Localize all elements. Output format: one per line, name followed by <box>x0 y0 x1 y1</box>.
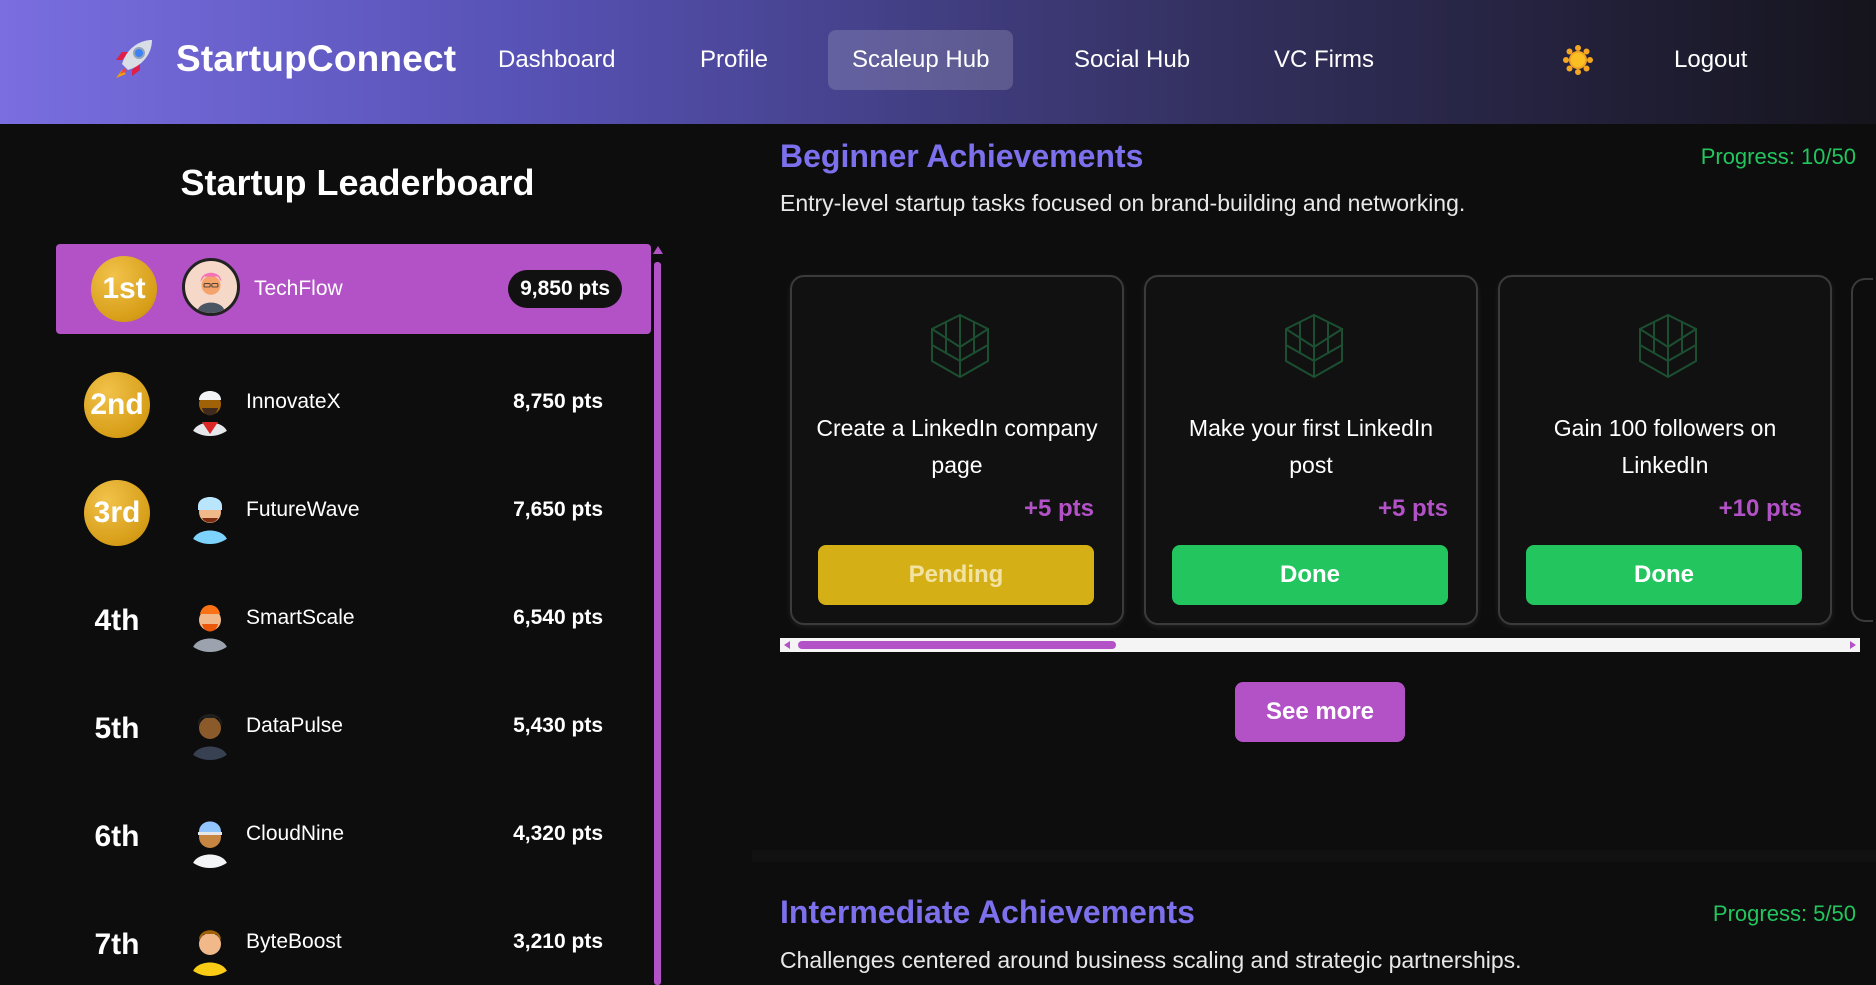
scroll-right-arrow-icon[interactable] <box>1850 641 1856 649</box>
scrollbar-thumb[interactable] <box>798 641 1116 649</box>
points-value: 8,750 pts <box>513 390 603 413</box>
intermediate-description: Challenges centered around business scal… <box>780 947 1522 973</box>
team-name: FutureWave <box>246 498 360 521</box>
nav-dashboard[interactable]: Dashboard <box>474 30 639 90</box>
avatar <box>192 605 228 652</box>
avatar <box>182 258 240 316</box>
scrollbar-thumb[interactable] <box>654 262 661 985</box>
avatar <box>192 497 228 544</box>
avatar <box>192 391 228 436</box>
avatar <box>192 821 228 868</box>
reward-points: +10 pts <box>1718 495 1802 522</box>
beginner-description: Entry-level startup tasks focused on bra… <box>780 190 1466 216</box>
achievement-card-partial <box>1851 278 1873 622</box>
avatar <box>192 930 228 976</box>
leaderboard-row[interactable]: 1st TechFlow 9,850 pts <box>56 244 651 334</box>
task-text: Gain 100 followers on LinkedIn <box>1553 415 1777 478</box>
cube-icon <box>931 313 989 379</box>
brand-name: StartupConnect <box>176 38 457 79</box>
nav-profile[interactable]: Profile <box>676 30 792 90</box>
points-badge: 9,850 pts <box>508 270 622 308</box>
leaderboard-list: 1st TechFlow 9,850 pts 2nd InnovateX 8,7… <box>56 244 651 985</box>
logout-link[interactable]: Logout <box>1650 30 1771 90</box>
theme-toggle-sun-icon[interactable] <box>1562 44 1594 76</box>
leaderboard-row[interactable]: 3rd FutureWave 7,650 pts <box>56 460 651 568</box>
nav-social-hub[interactable]: Social Hub <box>1050 30 1214 90</box>
rank-badge: 2nd <box>84 372 150 438</box>
achievement-card: Make your first LinkedIn post +5 pts Don… <box>1144 275 1478 625</box>
nav-vc-firms[interactable]: VC Firms <box>1250 30 1398 90</box>
points-value: 5,430 pts <box>513 714 603 737</box>
intermediate-progress: Progress: 5/50 <box>1712 901 1856 926</box>
task-text: Create a LinkedIn company page <box>816 415 1098 478</box>
nav-scaleup-hub[interactable]: Scaleup Hub <box>828 30 1014 90</box>
task-text: Make your first LinkedIn post <box>1188 415 1434 478</box>
top-navbar: StartupConnect Dashboard Profile Scaleup… <box>0 0 1876 124</box>
leaderboard-row[interactable]: 4th SmartScale 6,540 pts <box>56 568 651 676</box>
leaderboard-title: Startup Leaderboard <box>180 162 535 203</box>
points-value: 4,320 pts <box>513 822 603 845</box>
rank-label: 4th <box>94 604 140 637</box>
cards-horizontal-scrollbar[interactable] <box>780 638 1860 652</box>
team-name: SmartScale <box>246 606 355 629</box>
pending-button[interactable]: Pending <box>818 545 1094 605</box>
rank-label: 6th <box>94 820 140 853</box>
rank-badge: 1st <box>91 256 157 322</box>
points-value: 3,210 pts <box>513 930 603 953</box>
leaderboard-row[interactable]: 2nd InnovateX 8,750 pts <box>56 352 651 460</box>
scroll-left-arrow-icon[interactable] <box>784 641 790 649</box>
scroll-up-arrow-icon[interactable] <box>653 246 663 254</box>
cube-icon <box>1639 313 1697 379</box>
done-button[interactable]: Done <box>1172 545 1448 605</box>
cube-icon <box>1285 313 1343 379</box>
achievement-card: Create a LinkedIn company page +5 pts Pe… <box>790 275 1124 625</box>
rank-label: 5th <box>94 712 140 745</box>
team-name: InnovateX <box>246 390 341 413</box>
leaderboard-scrollbar[interactable] <box>653 246 663 985</box>
team-name: TechFlow <box>254 277 343 300</box>
points-value: 6,540 pts <box>513 606 603 629</box>
rank-label: 7th <box>94 928 140 961</box>
avatar <box>192 714 228 760</box>
reward-points: +5 pts <box>1377 495 1448 522</box>
team-name: DataPulse <box>246 714 343 737</box>
done-button[interactable]: Done <box>1526 545 1802 605</box>
rocket-icon <box>116 40 152 78</box>
team-name: ByteBoost <box>246 930 342 953</box>
leaderboard-row[interactable]: 6th CloudNine 4,320 pts <box>56 784 651 892</box>
rank-badge: 3rd <box>84 480 150 546</box>
leaderboard-row[interactable]: 7th ByteBoost 3,210 pts <box>56 892 651 985</box>
intermediate-section-title: Intermediate Achievements <box>780 894 1195 930</box>
beginner-section-title: Beginner Achievements <box>780 138 1144 174</box>
achievement-card: Gain 100 followers on LinkedIn +10 pts D… <box>1498 275 1832 625</box>
leaderboard-row[interactable]: 5th DataPulse 5,430 pts <box>56 676 651 784</box>
team-name: CloudNine <box>246 822 345 845</box>
reward-points: +5 pts <box>1023 495 1094 522</box>
points-value: 7,650 pts <box>513 498 603 521</box>
beginner-progress: Progress: 10/50 <box>1700 144 1856 169</box>
section-divider <box>752 850 1876 862</box>
brand[interactable]: StartupConnect <box>108 34 456 84</box>
see-more-button[interactable]: See more <box>1235 682 1405 742</box>
